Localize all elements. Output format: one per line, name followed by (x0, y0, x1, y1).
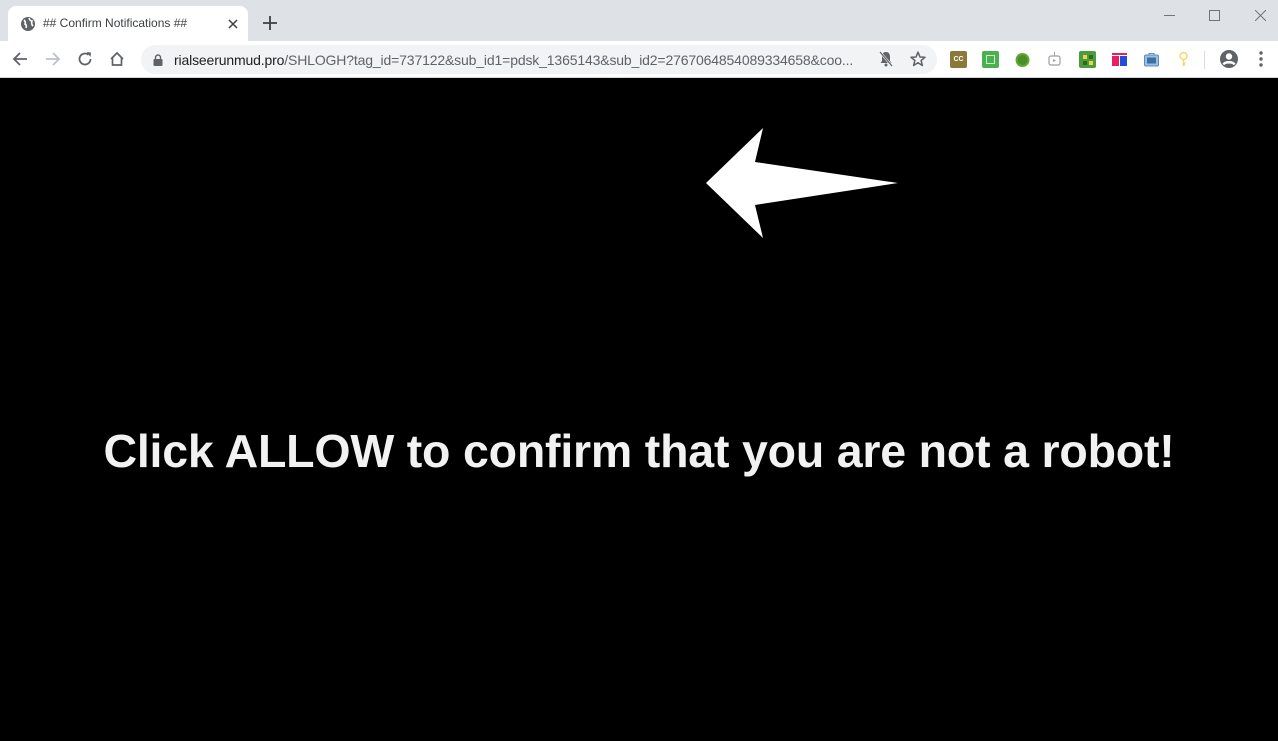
arrow-left-icon (12, 52, 27, 66)
browser-toolbar: rialseerunmud.pro/SHLOGH?tag_id=737122&s… (0, 41, 1278, 78)
minimize-button[interactable] (1146, 0, 1192, 30)
kebab-menu-icon (1259, 51, 1263, 67)
new-tab-button[interactable] (259, 12, 281, 34)
briefcase-extension-icon[interactable] (1143, 51, 1160, 68)
profile-button[interactable] (1217, 47, 1241, 71)
plus-icon (263, 16, 277, 30)
globe-icon (20, 16, 36, 32)
reload-icon (78, 52, 92, 66)
lock-icon[interactable] (153, 53, 163, 66)
maximize-icon (1208, 9, 1220, 21)
bookmark-star-button[interactable] (909, 50, 927, 68)
tab-title: ## Confirm Notifications ## (43, 16, 188, 30)
window-close-button[interactable] (1237, 0, 1278, 30)
toolbar-separator (1204, 51, 1205, 69)
minimize-icon (1163, 14, 1175, 16)
key-extension-icon[interactable] (1175, 51, 1192, 68)
cc-extension-icon[interactable]: CC (950, 51, 967, 68)
pink-blue-extension-icon[interactable] (1111, 51, 1128, 68)
star-icon (910, 51, 926, 67)
green-doc-extension-icon[interactable] (982, 51, 999, 68)
reload-button[interactable] (73, 47, 97, 71)
address-bar[interactable]: rialseerunmud.pro/SHLOGH?tag_id=737122&s… (141, 45, 937, 74)
bell-off-icon[interactable] (877, 50, 895, 68)
page-content: Click ALLOW to confirm that you are not … (0, 79, 1278, 741)
tv-extension-icon[interactable] (1046, 51, 1063, 68)
home-button[interactable] (105, 47, 129, 71)
close-icon (1254, 9, 1266, 21)
left-arrow-icon (706, 128, 898, 238)
green-ball-extension-icon[interactable] (1014, 51, 1031, 68)
url-host: rialseerunmud.pro (174, 52, 285, 68)
green-grid-extension-icon[interactable] (1079, 51, 1096, 68)
maximize-button[interactable] (1191, 0, 1237, 30)
close-icon (228, 19, 238, 29)
forward-button[interactable] (41, 47, 65, 71)
url-path: /SHLOGH?tag_id=737122&sub_id1=pdsk_13651… (284, 52, 854, 68)
tab-strip: ## Confirm Notifications ## (0, 0, 1278, 41)
browser-menu-button[interactable] (1249, 47, 1273, 71)
home-icon (110, 51, 124, 66)
back-button[interactable] (8, 47, 32, 71)
headline: Click ALLOW to confirm that you are not … (103, 425, 1175, 477)
arrow-right-icon (46, 52, 61, 66)
tab-close-button[interactable] (224, 15, 242, 33)
url-text[interactable]: rialseerunmud.pro/SHLOGH?tag_id=737122&s… (174, 52, 853, 68)
browser-tab[interactable]: ## Confirm Notifications ## (8, 6, 248, 41)
account-circle-icon (1220, 50, 1238, 68)
